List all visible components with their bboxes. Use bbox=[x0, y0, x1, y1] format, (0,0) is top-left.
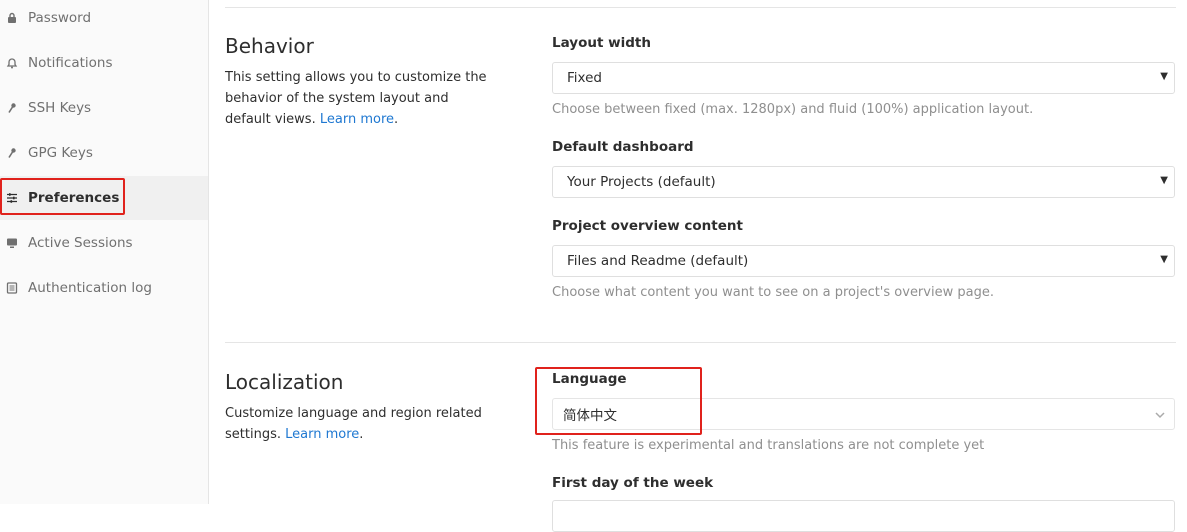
sidebar-item-label: Active Sessions bbox=[28, 235, 133, 251]
list-icon bbox=[6, 282, 18, 294]
sidebar-item-preferences[interactable]: Preferences bbox=[0, 176, 208, 220]
sidebar-item-password[interactable]: Password bbox=[0, 0, 208, 40]
layout-width-value: Fixed bbox=[567, 70, 602, 86]
sidebar-item-label: SSH Keys bbox=[28, 100, 92, 116]
sidebar-item-notifications[interactable]: Notifications bbox=[0, 41, 208, 85]
key-icon bbox=[6, 147, 18, 159]
behavior-title: Behavior bbox=[225, 34, 314, 58]
language-value: 简体中文 bbox=[563, 408, 617, 424]
first-day-label: First day of the week bbox=[552, 475, 714, 491]
caret-down-icon: ▼ bbox=[1160, 254, 1168, 265]
monitor-icon bbox=[6, 237, 18, 249]
default-dashboard-label: Default dashboard bbox=[552, 139, 694, 155]
sliders-icon bbox=[6, 192, 18, 204]
localization-learn-more-link[interactable]: Learn more bbox=[285, 427, 359, 442]
language-select[interactable]: 简体中文 bbox=[552, 398, 1175, 430]
sidebar-item-active-sessions[interactable]: Active Sessions bbox=[0, 221, 208, 265]
default-dashboard-select[interactable]: Your Projects (default) ▼ bbox=[552, 166, 1175, 198]
sidebar-item-label: GPG Keys bbox=[28, 145, 93, 161]
period: . bbox=[359, 427, 364, 442]
language-label: Language bbox=[552, 371, 627, 387]
period: . bbox=[394, 112, 399, 127]
key-icon bbox=[6, 102, 18, 114]
layout-width-hint: Choose between fixed (max. 1280px) and f… bbox=[552, 102, 1034, 117]
behavior-learn-more-link[interactable]: Learn more bbox=[320, 112, 394, 127]
first-day-select[interactable] bbox=[552, 500, 1175, 532]
section-divider bbox=[225, 7, 1176, 8]
sidebar-item-label: Preferences bbox=[28, 190, 120, 206]
sidebar-item-label: Password bbox=[28, 10, 92, 26]
section-divider bbox=[225, 342, 1176, 343]
settings-sidebar: Password Notifications SSH Keys GPG Keys… bbox=[0, 0, 209, 504]
layout-width-label: Layout width bbox=[552, 35, 651, 51]
default-dashboard-value: Your Projects (default) bbox=[567, 174, 716, 190]
lock-icon bbox=[6, 12, 18, 24]
caret-down-icon: ▼ bbox=[1160, 71, 1168, 82]
localization-description: Customize language and region related se… bbox=[225, 403, 495, 445]
language-hint: This feature is experimental and transla… bbox=[552, 438, 985, 453]
caret-down-icon: ▼ bbox=[1160, 175, 1168, 186]
sidebar-item-label: Authentication log bbox=[28, 280, 152, 296]
project-overview-hint: Choose what content you want to see on a… bbox=[552, 285, 994, 300]
sidebar-item-authentication-log[interactable]: Authentication log bbox=[0, 266, 208, 310]
layout-width-select[interactable]: Fixed ▼ bbox=[552, 62, 1175, 94]
sidebar-item-gpg-keys[interactable]: GPG Keys bbox=[0, 131, 208, 175]
sidebar-item-ssh-keys[interactable]: SSH Keys bbox=[0, 86, 208, 130]
chevron-down-icon bbox=[1155, 412, 1165, 419]
localization-title: Localization bbox=[225, 370, 344, 394]
project-overview-value: Files and Readme (default) bbox=[567, 253, 749, 269]
project-overview-label: Project overview content bbox=[552, 218, 743, 234]
project-overview-select[interactable]: Files and Readme (default) ▼ bbox=[552, 245, 1175, 277]
bell-icon bbox=[6, 57, 18, 69]
behavior-description: This setting allows you to customize the… bbox=[225, 67, 495, 130]
sidebar-item-label: Notifications bbox=[28, 55, 113, 71]
